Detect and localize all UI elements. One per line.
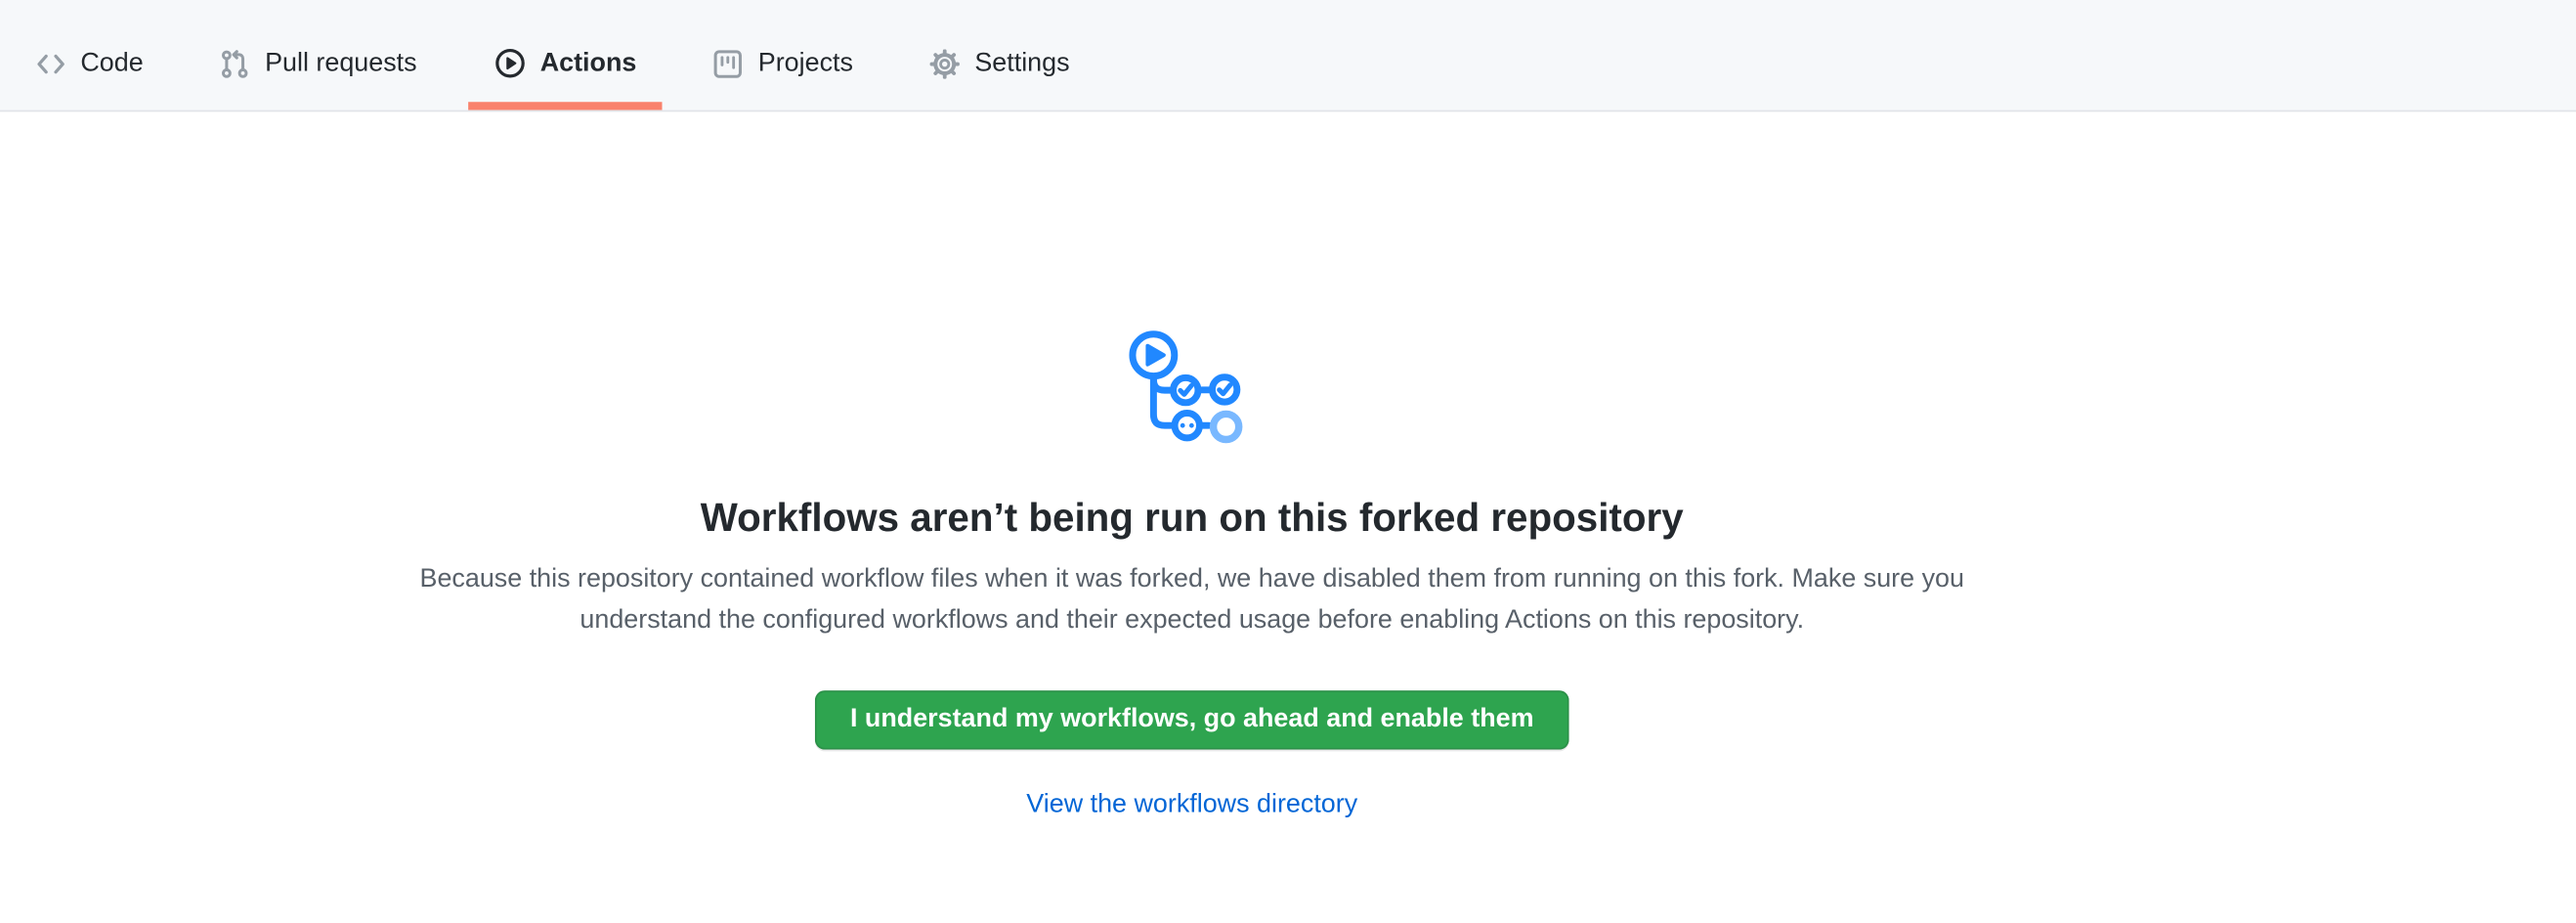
tab-settings[interactable]: Settings: [904, 17, 1095, 110]
tab-projects[interactable]: Projects: [687, 17, 879, 110]
actions-blankslate: Workflows aren’t being run on this forke…: [0, 111, 2576, 820]
tab-code[interactable]: Code: [10, 17, 170, 110]
tab-label: Actions: [540, 49, 637, 78]
tab-label: Settings: [974, 49, 1069, 78]
project-icon: [713, 49, 743, 78]
tab-label: Projects: [758, 49, 853, 78]
blankslate-title: Workflows aren’t being run on this forke…: [410, 495, 1973, 544]
git-pull-request-icon: [221, 49, 250, 78]
tab-label: Code: [80, 49, 143, 78]
code-icon: [36, 49, 65, 78]
enable-workflows-button[interactable]: I understand my workflows, go ahead and …: [816, 690, 1568, 750]
tab-actions[interactable]: Actions: [468, 17, 664, 110]
repo-nav: Code Pull requests: [0, 0, 2576, 111]
tab-label: Pull requests: [265, 49, 417, 78]
view-workflows-directory-link[interactable]: View the workflows directory: [1026, 791, 1357, 819]
blankslate-description: Because this repository contained workfl…: [410, 559, 1973, 641]
gear-icon: [930, 49, 960, 78]
workflow-graph-icon: [1119, 321, 1266, 458]
tab-pull-requests[interactable]: Pull requests: [194, 17, 444, 110]
actions-page: Code Pull requests: [0, 0, 2576, 923]
play-circle-icon: [494, 48, 526, 79]
blankslate-column: Workflows aren’t being run on this forke…: [410, 111, 1973, 820]
link-row: View the workflows directory: [410, 791, 1973, 820]
